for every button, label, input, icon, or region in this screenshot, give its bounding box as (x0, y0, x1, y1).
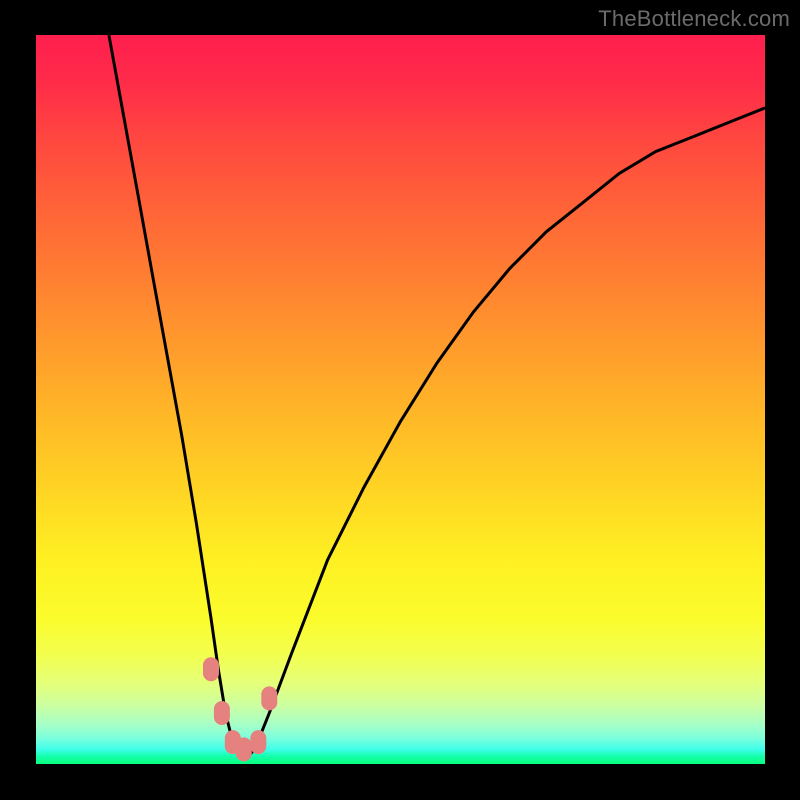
marker-dot (261, 686, 277, 710)
curve-layer (36, 35, 765, 764)
watermark-text: TheBottleneck.com (598, 6, 790, 32)
marker-dot (250, 730, 266, 754)
marker-dot (203, 657, 219, 681)
marker-dot (236, 737, 252, 761)
plot-area (36, 35, 765, 764)
chart-frame: TheBottleneck.com (0, 0, 800, 800)
marker-dot (214, 701, 230, 725)
bottleneck-curve-path (109, 35, 765, 757)
marker-group (203, 657, 277, 761)
